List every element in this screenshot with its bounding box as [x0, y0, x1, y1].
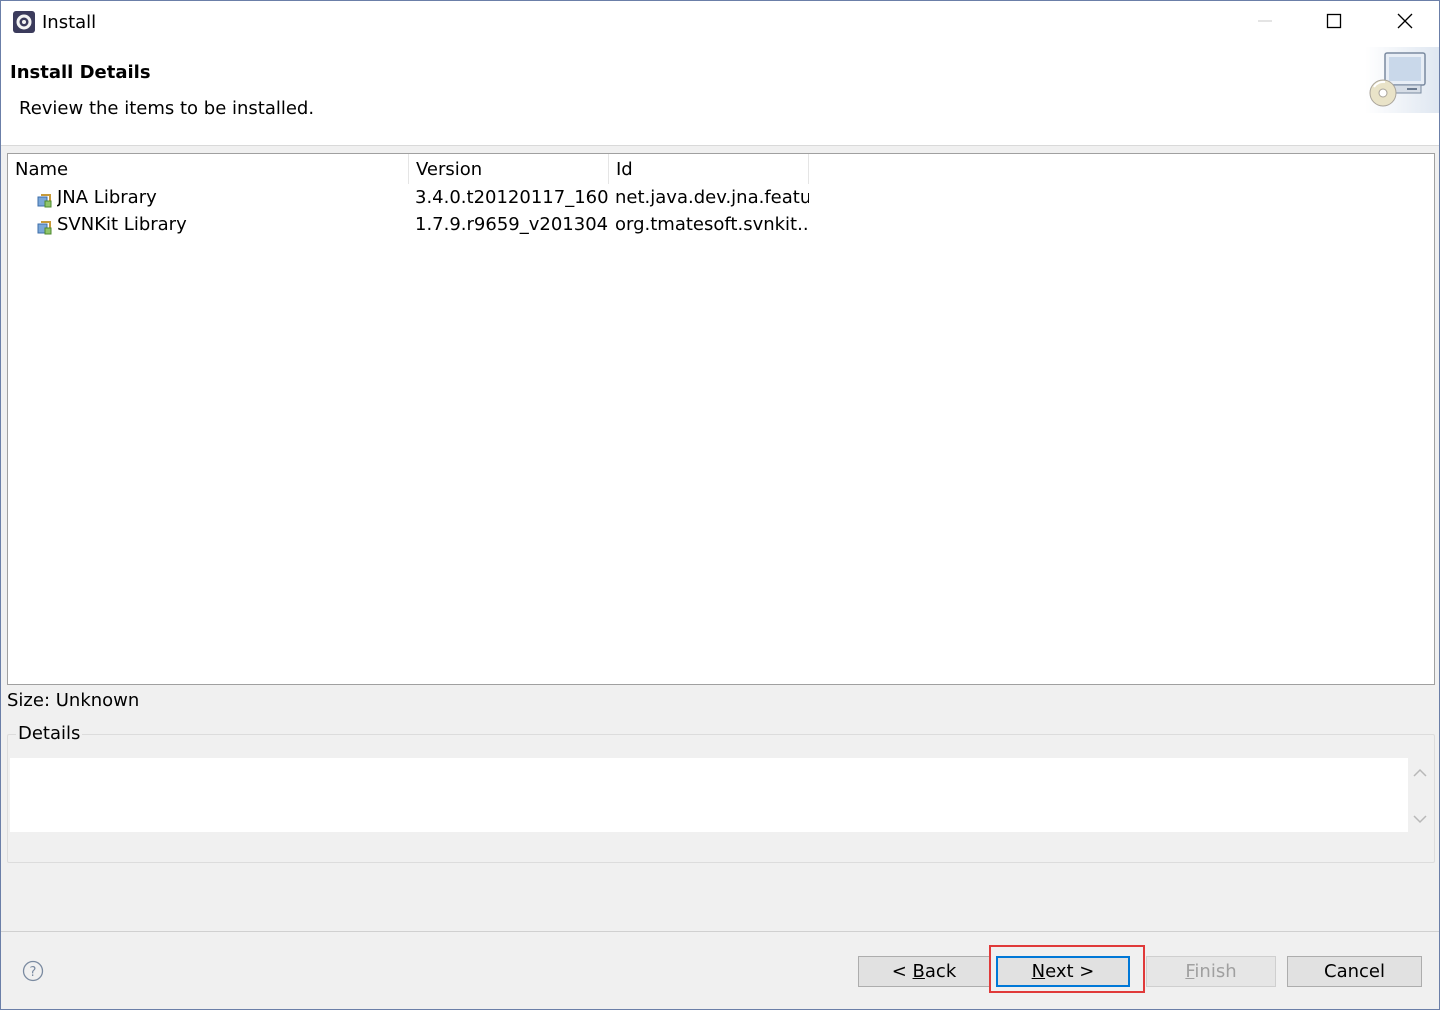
- cell-version: 1.7.9.r9659_v201304...: [415, 214, 608, 235]
- feature-icon: [36, 217, 52, 235]
- help-icon[interactable]: ?: [22, 960, 44, 982]
- wizard-header: Install Details Review the items to be i…: [1, 45, 1439, 146]
- next-button-highlight: [989, 945, 1145, 993]
- maximize-button[interactable]: [1299, 1, 1369, 45]
- title-bar: Install: [1, 1, 1439, 45]
- table-row[interactable]: SVNKit Library 1.7.9.r9659_v201304... or…: [8, 211, 1434, 238]
- back-button-label: ack: [924, 961, 957, 982]
- cell-name: JNA Library: [57, 187, 157, 208]
- scroll-down-icon[interactable]: [1412, 811, 1428, 827]
- back-button-prefix: <: [891, 961, 913, 982]
- close-button[interactable]: [1370, 1, 1440, 45]
- cell-id: net.java.dev.jna.featu...: [615, 187, 809, 208]
- column-header-id[interactable]: Id: [609, 154, 809, 184]
- feature-icon: [36, 190, 52, 208]
- table-row[interactable]: JNA Library 3.4.0.t20120117_1605 net.jav…: [8, 184, 1434, 211]
- size-label: Size: Unknown: [7, 690, 140, 711]
- details-label: Details: [16, 723, 83, 744]
- close-icon: [1397, 13, 1413, 33]
- minimize-button[interactable]: [1230, 1, 1300, 45]
- cell-version: 3.4.0.t20120117_1605: [415, 187, 608, 208]
- back-button-mnemonic: B: [912, 961, 925, 982]
- cell-name: SVNKit Library: [57, 214, 187, 235]
- window-title: Install: [42, 12, 97, 33]
- button-bar-separator: [1, 931, 1439, 932]
- install-dialog: Install Install Details Review the items…: [0, 0, 1440, 1010]
- page-title: Install Details: [10, 62, 151, 83]
- maximize-icon: [1326, 13, 1342, 33]
- install-items-table[interactable]: Name Version Id JNA Library 3.4.0.t20120…: [7, 153, 1435, 685]
- details-group: Details: [7, 723, 1435, 863]
- eclipse-icon: [12, 10, 36, 34]
- cell-id: org.tmatesoft.svnkit....: [615, 214, 809, 235]
- minimize-icon: [1257, 13, 1273, 33]
- column-header-version[interactable]: Version: [409, 154, 609, 184]
- finish-button[interactable]: Finish: [1146, 956, 1276, 987]
- details-text-area[interactable]: [10, 758, 1408, 832]
- cancel-button[interactable]: Cancel: [1287, 956, 1422, 987]
- finish-button-label: inish: [1194, 961, 1237, 982]
- install-computer-icon: [1365, 47, 1439, 113]
- column-header-name[interactable]: Name: [8, 154, 409, 184]
- back-button[interactable]: < Back: [858, 956, 990, 987]
- scroll-up-icon[interactable]: [1412, 765, 1428, 781]
- svg-text:?: ?: [30, 965, 37, 980]
- page-description: Review the items to be installed.: [19, 98, 315, 119]
